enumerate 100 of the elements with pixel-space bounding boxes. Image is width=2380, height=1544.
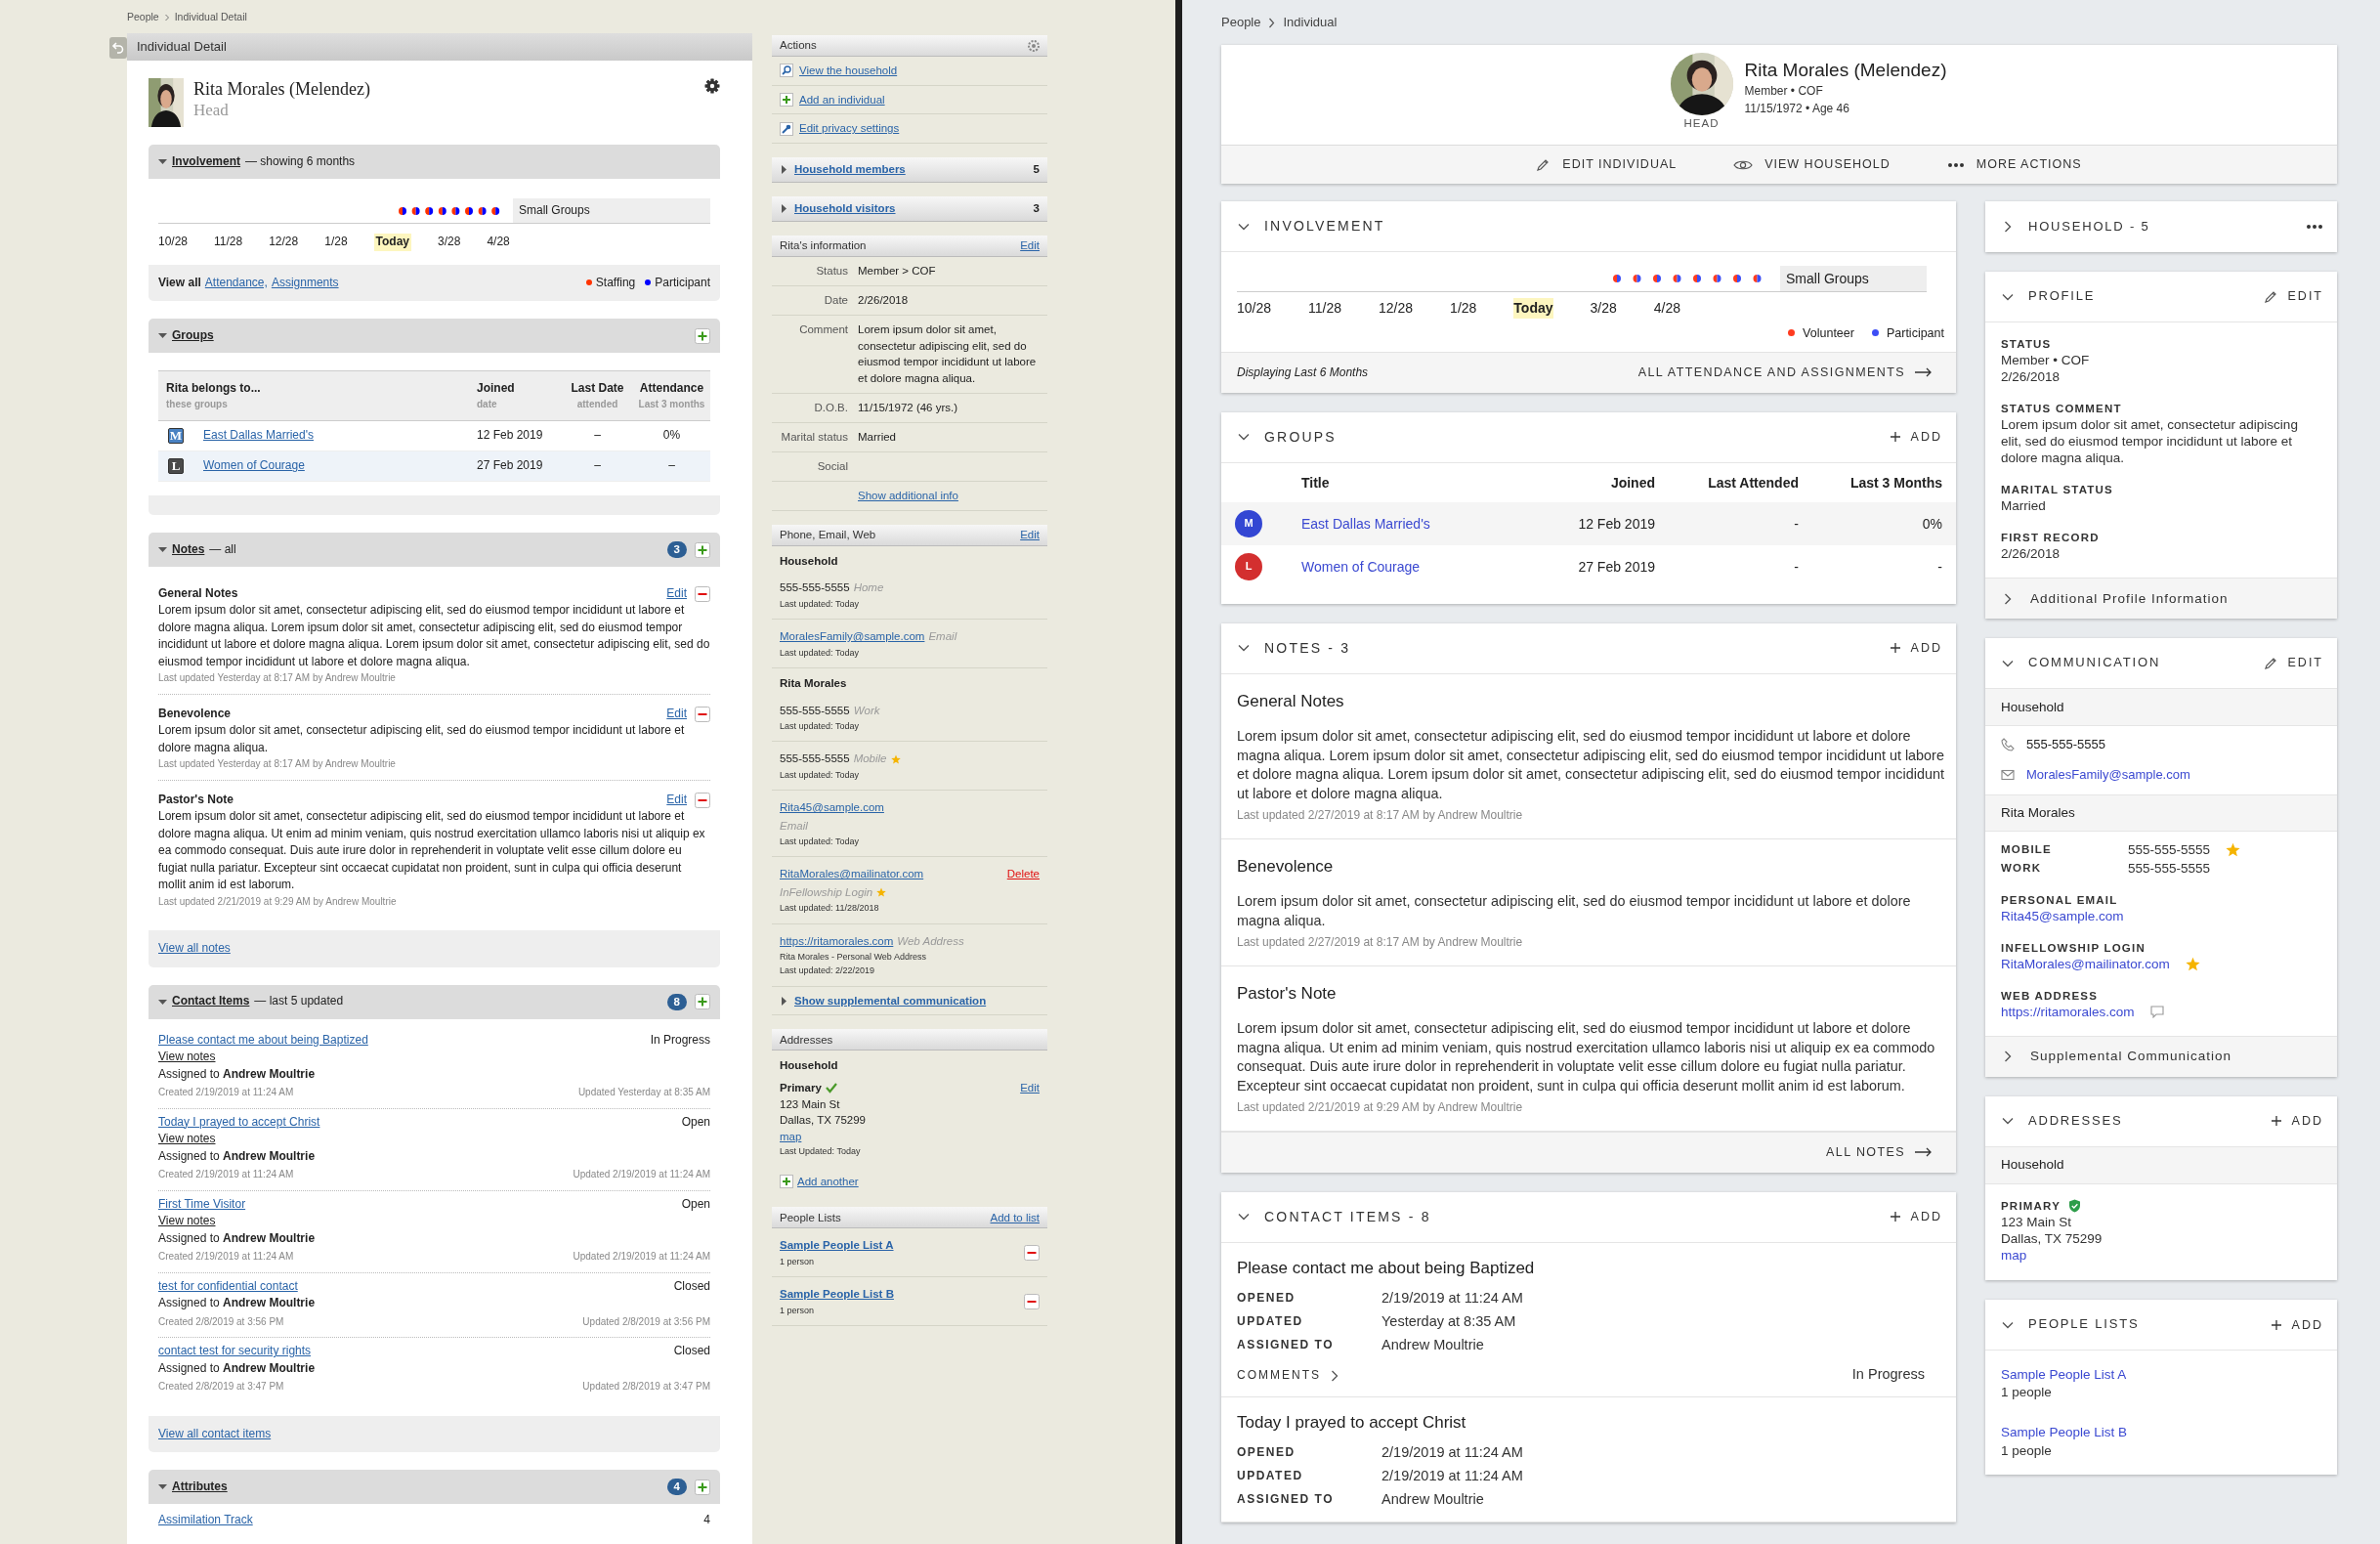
caret-icon[interactable] [780,996,788,1006]
section-title-link[interactable]: Contact Items [172,993,250,1010]
view-notes-link[interactable]: View notes [158,1050,216,1064]
contact-item-link[interactable]: Today I prayed to accept Christ [158,1113,320,1132]
contact-item-link[interactable]: test for confidential contact [158,1277,298,1296]
caret-icon[interactable] [158,1482,167,1491]
delete-link[interactable]: Delete [1006,865,1040,883]
edit-link[interactable]: Edit [1020,237,1040,254]
section-subtitle: — last 5 updated [254,993,344,1010]
all-notes-link[interactable]: ALL NOTES [1826,1143,1933,1162]
edit-link[interactable]: Edit [666,791,687,809]
caret-icon[interactable] [158,331,167,341]
contact-item-link[interactable]: contact test for security rights [158,1343,312,1360]
caret-icon[interactable] [780,204,788,213]
attendance-link[interactable]: ALL ATTENDANCE AND ASSIGNMENTS [1637,364,1933,382]
attendance-link[interactable]: Assignments [271,274,339,292]
edit-link[interactable]: Edit [1020,1080,1040,1096]
email-link[interactable]: MoralesFamily@sample.com [2026,765,2190,785]
edit-button[interactable]: EDIT [2262,654,2323,672]
edit-button[interactable]: EDIT [2262,287,2323,306]
caret-icon[interactable] [158,157,167,166]
column-subheader: Last 3 months [637,397,706,411]
map-link[interactable]: map [2001,1247,2027,1263]
more-button[interactable] [2306,224,2323,230]
remove-button[interactable] [695,585,710,602]
contact-item-link[interactable]: Please contact me about being Baptized [158,1031,368,1050]
add-link[interactable]: Add another [797,1173,859,1190]
contact-link[interactable]: MoralesFamily@sample.com [780,627,925,646]
show-more-link[interactable]: Show additional info [858,489,958,501]
action-button[interactable]: EDIT INDIVIDUAL [1535,155,1678,174]
list-link[interactable]: Sample People List B [2001,1425,2128,1440]
edit-link[interactable]: Edit [666,585,687,603]
section-title-link[interactable]: Involvement [172,152,241,171]
view-all-link[interactable]: View all contact items [158,1425,272,1442]
remove-button[interactable] [1024,1244,1040,1261]
note-meta: Last updated 2/21/2019 at 9:29 AM by Andrew Moultrie [158,894,398,909]
action-button[interactable]: VIEW HOUSEHOLD [1733,155,1891,174]
action-link[interactable]: Edit privacy settings [799,120,900,137]
contact-link[interactable]: Rita45@sample.com [2001,907,2124,924]
contact-item-link[interactable]: First Time Visitor [158,1195,246,1214]
view-notes-link[interactable]: View notes [158,1132,216,1146]
attendance-link[interactable]: Attendance, [204,274,268,292]
section-link[interactable]: Household visitors [794,200,896,217]
add-button[interactable] [695,994,710,1010]
list-link[interactable]: Sample People List A [780,1239,894,1252]
section-title-link[interactable]: Groups [172,326,214,345]
caret-icon[interactable] [158,997,167,1007]
group-link[interactable]: East Dallas Married's [1301,515,1430,532]
remove-button[interactable] [695,706,710,722]
subheader: Household [2001,1156,2064,1175]
contact-link[interactable]: https://ritamorales.com [2001,1003,2135,1020]
field-value: Member • COF [2001,352,2091,368]
section-title-link[interactable]: Notes [172,540,205,559]
add-button[interactable] [695,541,710,558]
column-subheader: date [477,397,498,411]
add-button[interactable]: ADD [1889,428,1942,447]
action-button[interactable]: MORE ACTIONS [1946,155,2082,174]
view-all-link[interactable]: View all notes [158,940,231,958]
updated-text: Updated 2/19/2019 at 11:24 AM [573,1168,710,1182]
add-button[interactable]: ADD [1889,639,1942,658]
list-link[interactable]: Sample People List A [2001,1367,2127,1383]
edit-link[interactable]: Edit [1020,526,1040,543]
remove-button[interactable] [1024,1293,1040,1309]
settings-icon[interactable] [704,78,720,94]
section-title-link[interactable]: Attributes [172,1478,228,1496]
comments-button[interactable]: COMMENTS [1237,1367,1339,1385]
add-button[interactable] [695,1479,710,1495]
expand-row[interactable]: Supplemental Communication [1985,1035,2337,1077]
view-notes-link[interactable]: View notes [158,1214,216,1228]
count-text: 3 [1033,201,1040,217]
add-link[interactable]: Add to list [990,1209,1040,1226]
remove-button[interactable] [695,792,710,808]
add-button[interactable]: ADD [2270,1112,2323,1131]
breadcrumb-link[interactable]: People [127,10,159,25]
updated-text: Last updated: Today [780,835,860,848]
contact-link[interactable]: RitaMorales@mailinator.com [2001,955,2170,972]
breadcrumb-link[interactable]: People [1221,13,1261,32]
contact-link[interactable]: https://ritamorales.com [780,931,894,950]
group-link[interactable]: Women of Courage [1301,558,1421,575]
expand-row[interactable]: Additional Profile Information [1985,578,2337,619]
attribute-link[interactable]: Assimilation Track [158,1512,253,1529]
group-link[interactable]: Women of Courage [203,457,305,475]
updated-text: Last updated: 2/22/2019 [780,965,876,978]
list-link[interactable]: Sample People List B [780,1288,894,1301]
caret-icon[interactable] [780,165,788,174]
add-button[interactable] [695,327,710,344]
contact-link[interactable]: Rita45@sample.com [780,798,884,817]
add-button[interactable]: ADD [2270,1315,2323,1334]
caret-icon[interactable] [158,545,167,555]
map-link[interactable]: map [780,1131,802,1143]
box-title: Phone, Email, Web [780,527,877,542]
show-more-link[interactable]: Show supplemental communication [794,992,987,1009]
action-link[interactable]: View the household [799,63,898,79]
group-link[interactable]: East Dallas Married's [203,427,314,445]
action-link[interactable]: Add an individual [799,91,885,108]
section-link[interactable]: Household members [794,161,906,178]
field-label: INFELLOWSHIP LOGIN [2001,940,2146,956]
contact-link[interactable]: RitaMorales@mailinator.com [780,865,924,883]
edit-link[interactable]: Edit [666,705,687,723]
add-button[interactable]: ADD [1889,1208,1942,1226]
